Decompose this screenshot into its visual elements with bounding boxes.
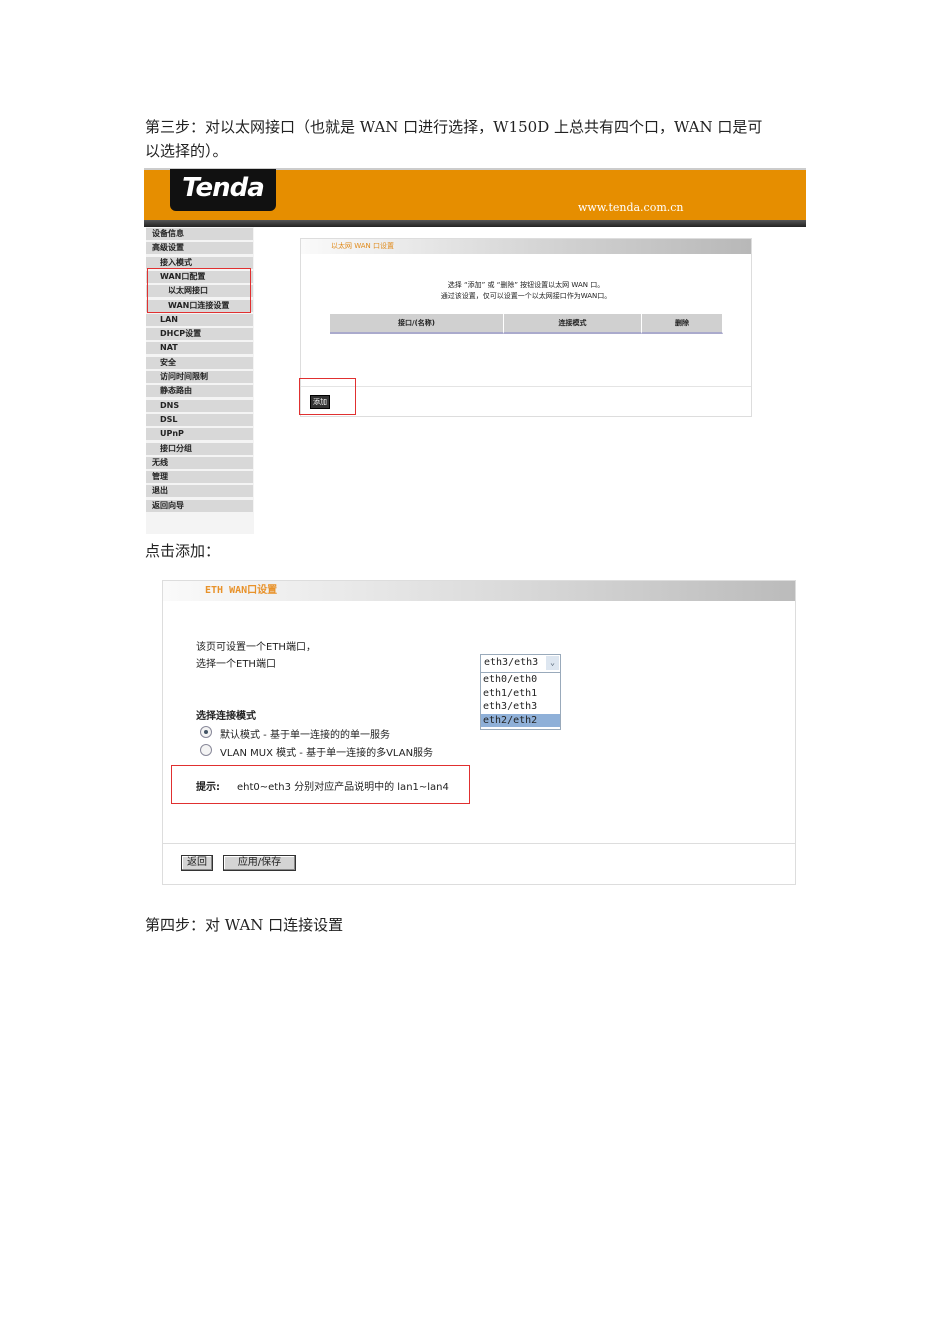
description-1: 选择 “添加” 或 “删除” 按钮设置以太网 WAN 口。 [447, 281, 605, 289]
wan-table-header: 接口/(名称) 连接模式 删除 [330, 314, 723, 334]
step3-paragraph: 第三步：对以太网接口（也就是 WAN 口进行选择，W150D 上总共有四个口，W… [145, 118, 763, 136]
sidebar-item[interactable]: DNS [146, 399, 253, 412]
eth-port-options: eth0/eth0 eth1/eth1 eth3/eth3 eth2/eth2 [480, 672, 561, 730]
column-mode: 连接模式 [504, 314, 642, 334]
radio-default-mode[interactable] [200, 726, 212, 738]
sidebar-item[interactable]: 访问时间限制 [146, 371, 253, 383]
eth-panel-title-text: ETH WAN口设置 [205, 585, 278, 596]
step3-paragraph-cont: 以选择的）。 [145, 142, 228, 160]
sidebar-item[interactable]: 安全 [146, 356, 253, 369]
option-eth2-highlighted[interactable]: eth2/eth2 [481, 713, 560, 727]
sidebar-item[interactable]: UPnP [146, 428, 253, 441]
sidebar-item[interactable]: 高级设置 [146, 242, 253, 255]
document-page: 第三步：对以太网接口（也就是 WAN 口进行选择，W150D 上总共有四个口，W… [0, 0, 950, 1344]
divider [301, 386, 751, 387]
chevron-down-icon[interactable]: ⌄ [546, 656, 559, 670]
sidebar-item[interactable]: 接入模式 [146, 256, 253, 269]
sidebar-item[interactable]: 退出 [146, 485, 253, 498]
vlan-mode-label: VLAN MUX 模式 - 基于单一连接的多VLAN服务 [220, 748, 434, 759]
apply-save-button[interactable]: 应用/保存 [223, 855, 296, 871]
option-eth1[interactable]: eth1/eth1 [481, 687, 560, 701]
eth-line-2: 选择一个ETH端口 [196, 659, 276, 670]
divider [163, 843, 795, 844]
eth-wan-panel: ETH WAN口设置 该页可设置一个ETH端口， 选择一个ETH端口 eth3/… [162, 580, 796, 885]
sidebar-item[interactable]: 接口分组 [146, 442, 253, 455]
column-interface: 接口/(名称) [330, 314, 504, 334]
eth-panel-title: ETH WAN口设置 [163, 581, 795, 601]
sidebar-item[interactable]: DSL [146, 413, 253, 426]
selected-value: eth3/eth3 [484, 657, 539, 668]
option-eth3[interactable]: eth3/eth3 [481, 700, 560, 714]
panel-title-text: 以太网 WAN 口设置 [331, 242, 395, 250]
ethernet-wan-panel: 以太网 WAN 口设置 选择 “添加” 或 “删除” 按钮设置以太网 WAN 口… [300, 238, 752, 417]
hint-box: 提示: eht0~eth3 分别对应产品说明中的 lan1~lan4 [171, 765, 470, 804]
sidebar-item[interactable]: LAN [146, 313, 253, 326]
sidebar-item[interactable]: 无线 [146, 456, 253, 469]
mode-heading: 选择连接模式 [196, 711, 256, 722]
back-button[interactable]: 返回 [181, 855, 213, 871]
eth-port-select[interactable]: eth3/eth3 ⌄ [480, 654, 561, 673]
tenda-url[interactable]: www.tenda.com.cn [578, 201, 684, 214]
highlight-box [147, 268, 251, 313]
radio-vlan-mode[interactable] [200, 744, 212, 756]
highlight-box [299, 378, 356, 415]
sidebar-item[interactable]: 设备信息 [146, 228, 253, 240]
sidebar-item[interactable]: 管理 [146, 471, 253, 484]
hint-label: 提示: [196, 782, 220, 793]
sidebar-item[interactable]: 静态路由 [146, 385, 253, 398]
hint-text: eht0~eth3 分别对应产品说明中的 lan1~lan4 [237, 782, 449, 793]
header-bar [144, 220, 806, 227]
eth-line-1: 该页可设置一个ETH端口， [196, 642, 316, 653]
panel-title: 以太网 WAN 口设置 [301, 239, 751, 254]
sidebar-item[interactable]: NAT [146, 342, 253, 355]
description-2: 通过该设置，仅可以设置一个以太网接口作为WAN口。 [440, 292, 612, 300]
sidebar-item[interactable]: DHCP设置 [146, 328, 253, 341]
step4-paragraph: 第四步：对 WAN 口连接设置 [145, 916, 344, 934]
click-add-text: 点击添加： [145, 542, 221, 560]
sidebar-item[interactable]: 返回向导 [146, 499, 253, 512]
tenda-logo: Tenda [170, 169, 276, 211]
option-eth0[interactable]: eth0/eth0 [481, 673, 560, 687]
column-delete: 删除 [642, 314, 723, 334]
default-mode-label: 默认模式 - 基于单一连接的的单一服务 [220, 730, 390, 741]
